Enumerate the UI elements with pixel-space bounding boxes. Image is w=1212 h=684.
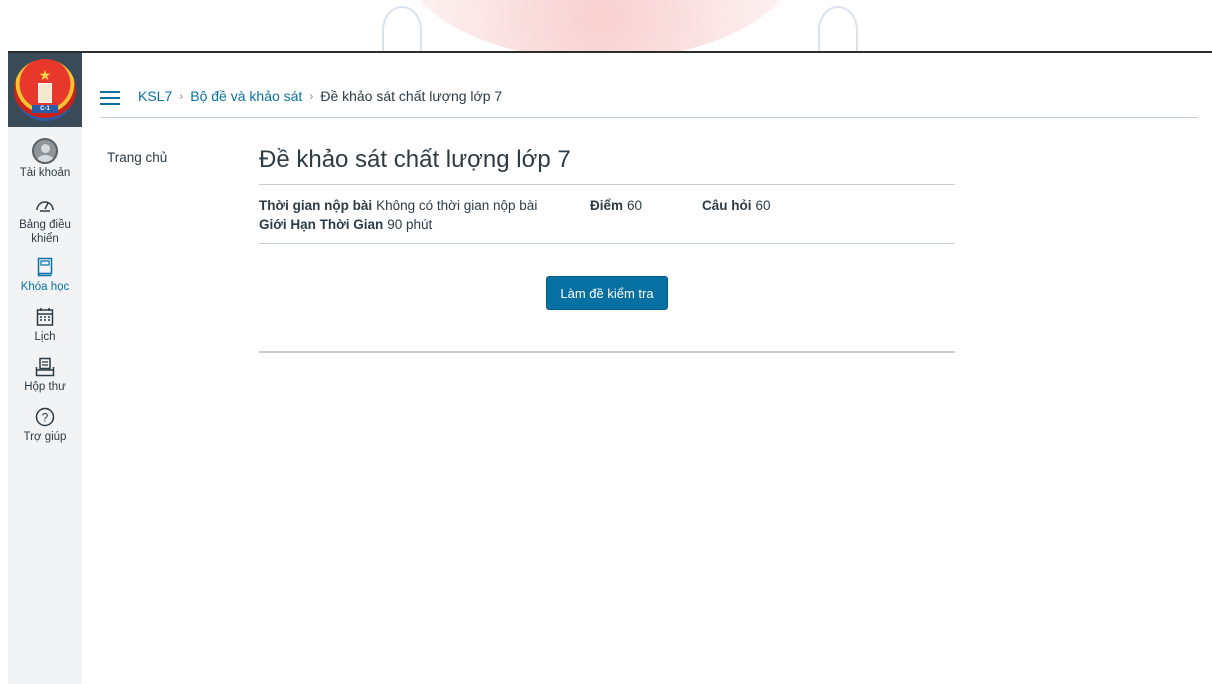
breadcrumb: KSL7 › Bộ đề và khảo sát › Đề khảo sát c… [138,88,502,104]
quiz-content: Đề khảo sát chất lượng lớp 7 Thời gian n… [259,140,955,353]
nav-item-label: Khóa học [20,281,70,293]
time-limit-value: 90 phút [387,217,433,232]
quiz-details-row: Giới Hạn Thời Gian 90 phút [259,215,955,234]
take-quiz-button[interactable]: Làm đề kiểm tra [546,276,668,310]
school-logo-link[interactable]: C-1 [8,53,82,127]
points-field: Điểm 60 [590,196,702,215]
questions-label: Câu hỏi [702,198,752,213]
course-navigation: Trang chủ [107,150,167,165]
questions-field: Câu hỏi 60 [702,196,771,215]
breadcrumb-quizzes[interactable]: Bộ đề và khảo sát [190,88,302,104]
points-label: Điểm [590,198,624,213]
time-limit-label: Giới Hạn Thời Gian [259,217,384,232]
nav-item-account[interactable]: Tài khoản [8,138,82,180]
svg-text:?: ? [42,411,49,425]
nav-item-courses[interactable]: Khóa học [8,256,82,294]
nav-item-label: Hộp thư [24,381,66,393]
quiz-details: Thời gian nộp bài Không có thời gian nộp … [259,185,955,244]
dashboard-icon [33,194,57,216]
nav-item-label: Tài khoản [19,167,71,179]
page-title: Đề khảo sát chất lượng lớp 7 [259,140,955,185]
quiz-details-row: Thời gian nộp bài Không có thời gian nộp … [259,196,955,215]
take-quiz-area: Làm đề kiểm tra [259,244,955,353]
nav-item-inbox[interactable]: Hộp thư [8,356,82,394]
help-icon: ? [33,406,57,428]
points-value: 60 [627,198,643,213]
nav-item-help[interactable]: ? Trợ giúp [8,406,82,444]
nav-item-dashboard[interactable]: Bảng điều khiển [8,194,82,246]
breadcrumb-current: Đề khảo sát chất lượng lớp 7 [320,87,503,104]
courses-icon [33,256,57,278]
inbox-icon [33,356,57,378]
questions-value: 60 [755,198,771,213]
page-header: KSL7 › Bộ đề và khảo sát › Đề khảo sát c… [100,78,1198,118]
time-limit-field: Giới Hạn Thời Gian 90 phút [259,215,432,234]
nav-item-label: Trợ giúp [23,431,67,443]
nav-item-label: Lịch [34,331,56,343]
hamburger-menu-icon[interactable] [100,90,120,105]
user-avatar-icon [32,138,58,164]
due-date-value: Không có thời gian nộp bài [376,198,538,213]
chevron-right-icon: › [179,88,184,103]
nav-item-calendar[interactable]: Lịch [8,306,82,344]
window-top-border [8,51,1212,53]
course-nav-home[interactable]: Trang chủ [107,150,167,165]
global-navigation: C-1 Tài khoản Bảng điều khiển Khóa học L… [8,53,82,684]
calendar-icon [33,306,57,328]
school-logo: C-1 [14,59,76,121]
chevron-right-icon: › [309,88,314,103]
breadcrumb-course[interactable]: KSL7 [138,88,172,104]
due-date-field: Thời gian nộp bài Không có thời gian nộp … [259,196,590,215]
due-date-label: Thời gian nộp bài [259,198,373,213]
watermark-emblem [340,0,880,52]
nav-item-label: Bảng điều khiển [19,219,71,245]
